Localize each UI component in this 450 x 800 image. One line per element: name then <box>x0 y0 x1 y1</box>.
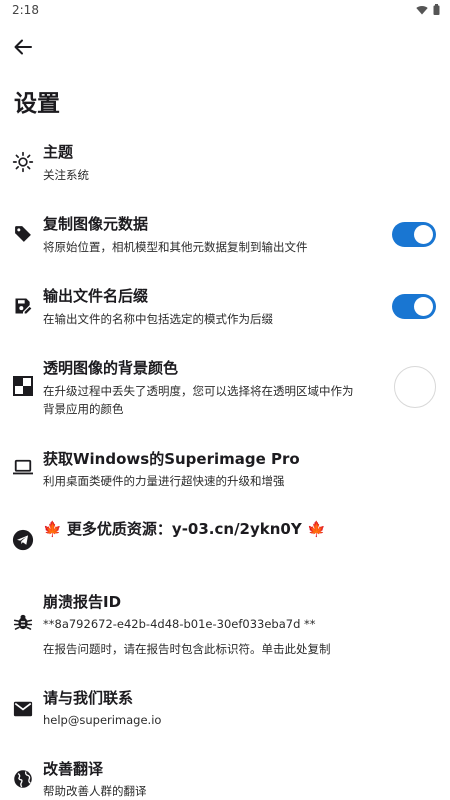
setting-contact-title: 请与我们联系 <box>43 689 134 707</box>
toggle-knob <box>414 297 433 316</box>
setting-copy-metadata-desc: 将原始位置，相机模型和其他元数据复制到输出文件 <box>43 240 308 254</box>
setting-contact[interactable]: 请与我们联系 help@superimage.io <box>0 686 450 732</box>
setting-crash-id-title: 崩溃报告ID <box>43 593 122 611</box>
setting-transparent-bg[interactable]: 透明图像的背景颜色 在升级过程中丢失了透明度，您可以选择将在透明区域中作为 背景… <box>0 356 450 426</box>
setting-transparent-bg-title: 透明图像的背景颜色 <box>43 359 179 377</box>
setting-windows-pro[interactable]: 获取Windows的Superimage Pro 利用桌面类硬件的力量进行超快速… <box>0 446 450 496</box>
contact-email: help@superimage.io <box>43 713 162 727</box>
setting-filename-suffix[interactable]: 输出文件名后缀 在输出文件的名称中包括选定的模式作为后缀 <box>0 284 450 334</box>
setting-translate-desc: 帮助改善人群的翻译 <box>43 784 147 798</box>
setting-copy-metadata-title: 复制图像元数据 <box>43 215 149 233</box>
resources-link-text: 更多优质资源：y-03.cn/2ykn0Y <box>66 520 302 538</box>
bug-icon <box>11 610 35 634</box>
back-button[interactable] <box>8 32 38 62</box>
laptop-icon <box>11 456 35 480</box>
setting-translate-title: 改善翻译 <box>43 760 104 778</box>
wifi-icon <box>416 5 428 14</box>
status-bar: 2:18 <box>0 0 450 22</box>
status-icons <box>416 4 440 15</box>
setting-filename-suffix-desc: 在输出文件的名称中包括选定的模式作为后缀 <box>43 312 273 326</box>
setting-translate[interactable]: 改善翻译 帮助改善人群的翻译 <box>0 757 450 800</box>
setting-crash-id[interactable]: 崩溃报告ID **8a792672-e42b-4d48-b01e-30ef033… <box>0 590 450 662</box>
setting-resources-title: 🍁 更多优质资源：y-03.cn/2ykn0Y 🍁 <box>43 518 326 539</box>
filename-suffix-toggle[interactable] <box>392 294 436 319</box>
crash-id-value: **8a792672-e42b-4d48-b01e-30ef033eba7d *… <box>43 617 316 631</box>
page-title: 设置 <box>14 91 60 117</box>
setting-windows-pro-desc: 利用桌面类硬件的力量进行超快速的升级和增强 <box>43 474 285 488</box>
mail-icon <box>11 697 35 721</box>
maple-leaf-icon: 🍁 <box>43 520 62 538</box>
sun-icon <box>11 150 35 174</box>
setting-resources[interactable]: 🍁 更多优质资源：y-03.cn/2ykn0Y 🍁 <box>0 516 450 560</box>
checkerboard-icon <box>11 374 35 398</box>
toggle-knob <box>414 225 433 244</box>
save-edit-icon <box>11 294 35 318</box>
setting-copy-metadata[interactable]: 复制图像元数据 将原始位置，相机模型和其他元数据复制到输出文件 <box>0 212 450 262</box>
globe-icon <box>11 767 35 791</box>
arrow-back-icon <box>14 39 32 55</box>
setting-filename-suffix-title: 输出文件名后缀 <box>43 287 149 305</box>
copy-metadata-toggle[interactable] <box>392 222 436 247</box>
telegram-icon <box>11 528 35 552</box>
battery-icon <box>433 4 440 15</box>
crash-id-note: 在报告问题时，请在报告时包含此标识符。单击此处复制 <box>43 642 331 656</box>
setting-windows-pro-title: 获取Windows的Superimage Pro <box>43 450 300 468</box>
setting-theme[interactable]: 主题 关注系统 <box>0 140 450 190</box>
background-color-swatch[interactable] <box>394 366 436 408</box>
setting-transparent-bg-desc-line2: 背景应用的颜色 <box>43 402 124 416</box>
status-time: 2:18 <box>12 3 39 17</box>
tag-icon <box>11 222 35 246</box>
setting-theme-title: 主题 <box>43 143 74 161</box>
maple-leaf-icon: 🍁 <box>306 520 326 538</box>
setting-theme-value: 关注系统 <box>43 168 89 182</box>
setting-transparent-bg-desc-line1: 在升级过程中丢失了透明度，您可以选择将在透明区域中作为 <box>43 384 354 398</box>
